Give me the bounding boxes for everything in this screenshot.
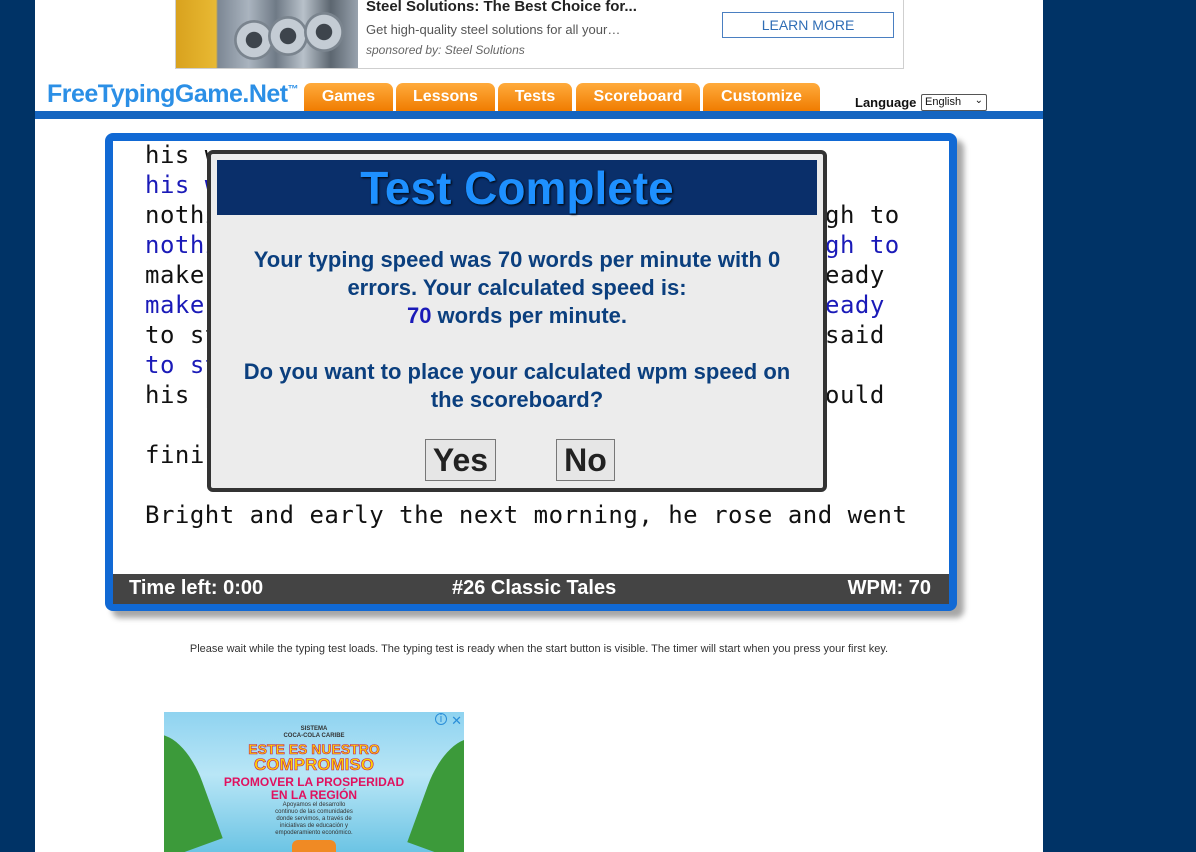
ad-subheadline: EN LA REGIÓN (270, 788, 358, 802)
ad-description: Get high-quality steel solutions for all… (366, 22, 621, 37)
ad-decoration (292, 840, 336, 852)
result-line-2: errors. Your calculated speed is: (347, 275, 687, 300)
ad-title[interactable]: Steel Solutions: The Best Choice for... (366, 0, 637, 15)
dialog-title: Test Complete (217, 160, 817, 215)
scoreboard-question-1: Do you want to place your calculated wpm… (243, 359, 791, 384)
ad-headline: COMPROMISO (254, 755, 375, 775)
text-line-end: gh to (825, 201, 900, 229)
ad-body: continuo de las comunidades (275, 809, 353, 815)
header-divider (35, 111, 1043, 119)
ad-body: iniciativas de educación y (279, 823, 349, 829)
nav-tab-lessons[interactable]: Lessons (396, 83, 495, 111)
loading-instructions: Please wait while the typing test loads.… (189, 643, 889, 655)
ad-body: donde servimos, a través de (276, 816, 352, 822)
nav-tab-games[interactable]: Games (304, 83, 393, 111)
calculated-speed-value: 70 (406, 303, 432, 328)
language-select[interactable]: English ⌄ (921, 94, 987, 111)
text-line-end: ould (825, 381, 885, 409)
nav-tab-scoreboard[interactable]: Scoreboard (576, 83, 700, 111)
result-speed-line: 70 words per minute. (211, 302, 823, 330)
nav-tab-tests[interactable]: Tests (498, 83, 572, 111)
ad-line: SISTEMA (300, 726, 328, 732)
ad-close-icon[interactable]: ✕ (451, 713, 462, 729)
language-label: Language (855, 95, 917, 110)
ad-body: empoderamiento económico. (275, 830, 353, 836)
status-bar: Time left: 0:00 #26 Classic Tales WPM: 7… (113, 574, 949, 604)
bottom-ad-banner[interactable]: SISTEMA COCA-COLA CARIBE ESTE ES NUESTRO… (164, 712, 464, 852)
language-select-value: English (925, 96, 962, 108)
page: Steel Solutions: The Best Choice for... … (35, 0, 1043, 852)
logo-trademark: ™ (287, 83, 299, 96)
text-line-end: said (825, 321, 885, 349)
test-complete-dialog: Test Complete Your typing speed was 70 w… (207, 150, 827, 492)
wpm-readout: WPM: 70 (847, 577, 931, 599)
result-line-1: Your typing speed was 70 words per minut… (253, 247, 781, 272)
site-logo[interactable]: FreeTypingGame.Net™ (47, 80, 299, 109)
logo-text: FreeTypingGame.Net (47, 80, 288, 108)
typed-line-end: gh to (825, 231, 900, 259)
calculated-speed-suffix: words per minute. (431, 303, 628, 328)
text-line: Bright and early the next morning, he ro… (145, 501, 908, 529)
nav-tab-customize[interactable]: Customize (703, 83, 820, 111)
chevron-down-icon: ⌄ (974, 95, 983, 106)
typed-line-end: eady (825, 291, 885, 319)
no-button[interactable]: No (556, 439, 615, 481)
ad-body: Apoyamos el desarrollo (282, 802, 346, 808)
ad-sponsor: sponsored by: Steel Solutions (366, 43, 525, 57)
ad-info-icon[interactable]: i (435, 713, 447, 725)
ad-subheadline: PROMOVER LA PROSPERIDAD (223, 775, 405, 789)
ad-learn-more-button[interactable]: LEARN MORE (722, 12, 894, 38)
test-name: #26 Classic Tales (452, 577, 617, 599)
yes-button[interactable]: Yes (425, 439, 496, 481)
top-ad-banner[interactable]: Steel Solutions: The Best Choice for... … (175, 0, 904, 69)
ad-steel-coils-image[interactable] (176, 0, 358, 68)
ad-line: COCA-COLA CARIBE (283, 733, 345, 739)
time-left: Time left: 0:00 (129, 577, 264, 599)
text-line-end: eady (825, 261, 885, 289)
scoreboard-question-2: the scoreboard? (430, 387, 604, 412)
